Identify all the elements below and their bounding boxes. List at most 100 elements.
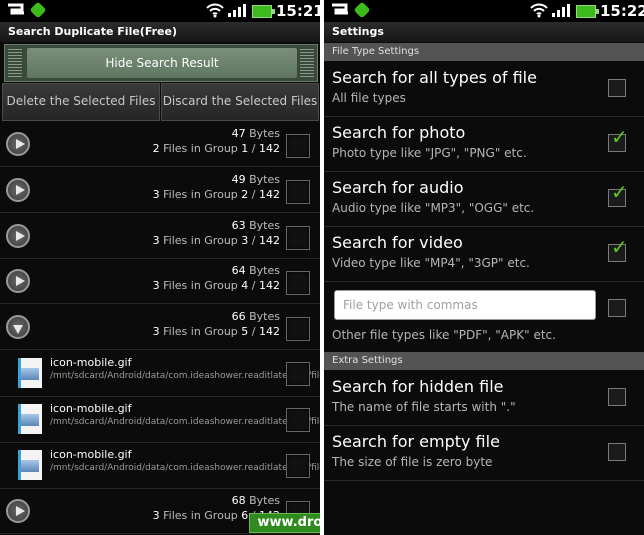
group-checkbox[interactable] (286, 180, 310, 204)
group-row[interactable]: 64 Bytes 3 Files in Group 4 / 142 (0, 259, 320, 304)
group-size: 68 Bytes (231, 494, 280, 507)
app-s-icon (332, 3, 348, 15)
wifi-icon (530, 3, 548, 18)
settings-title: Settings (332, 25, 384, 38)
expand-icon[interactable] (6, 178, 30, 202)
file-row[interactable]: icon-mobile.gif /mnt/sdcard/Android/data… (0, 396, 320, 443)
title-bar: Settings (324, 22, 644, 42)
pref-checkbox[interactable] (608, 443, 626, 461)
group-info: 3 Files in Group 5 / 142 (152, 325, 280, 338)
section-header-file-type: File Type Settings (324, 43, 644, 61)
grip-right-icon (300, 49, 314, 77)
status-bar: 15:22 (324, 0, 644, 22)
pref-checkbox[interactable]: ✓ (608, 237, 628, 262)
file-name: icon-mobile.gif (50, 448, 132, 461)
clock: 15:22 (600, 2, 644, 20)
pref-photo[interactable]: Search for photo Photo type like "JPG", … (324, 117, 644, 172)
battery-icon (576, 5, 599, 18)
section-header-extra: Extra Settings (324, 352, 644, 370)
file-checkbox[interactable] (286, 362, 310, 386)
collapse-icon[interactable] (6, 315, 30, 339)
image-file-icon (18, 358, 42, 388)
pref-title: Search for photo (332, 123, 466, 142)
group-info: 3 Files in Group 2 / 142 (152, 188, 280, 201)
wifi-icon (206, 3, 224, 18)
notification-icon (29, 1, 47, 19)
group-size: 47 Bytes (231, 127, 280, 140)
pref-checkbox[interactable]: ✓ (608, 127, 628, 152)
watermark: www.droidnews.ru (249, 513, 320, 533)
group-info: 2 Files in Group 1 / 142 (152, 142, 280, 155)
pref-summary: Video type like "MP4", "3GP" etc. (332, 256, 530, 270)
file-path: /mnt/sdcard/Android/data/com.ideashower.… (50, 371, 320, 381)
file-checkbox[interactable] (286, 454, 310, 478)
pref-summary: The name of file starts with "." (332, 400, 516, 414)
group-checkbox[interactable] (286, 271, 310, 295)
other-types-checkbox[interactable] (608, 299, 626, 317)
pref-summary: Photo type like "JPG", "PNG" etc. (332, 146, 527, 160)
clock: 15:21 (276, 2, 320, 20)
other-file-types-input[interactable] (334, 290, 596, 320)
delete-selected-button[interactable]: Delete the Selected Files (2, 83, 160, 121)
file-name: icon-mobile.gif (50, 402, 132, 415)
checkmark-icon: ✓ (611, 235, 628, 259)
settings-screen: 15:22 Settings File Type Settings Search… (324, 0, 644, 535)
file-path: /mnt/sdcard/Android/data/com.ideashower.… (50, 463, 320, 473)
pref-all-types[interactable]: Search for all types of file All file ty… (324, 62, 644, 117)
notification-icon (353, 1, 371, 19)
pref-title: Search for audio (332, 178, 464, 197)
group-size: 64 Bytes (231, 264, 280, 277)
expand-icon[interactable] (6, 224, 30, 248)
group-size: 63 Bytes (231, 219, 280, 232)
hide-result-bar: Hide Search Result (4, 44, 318, 82)
status-bar: 15:21 (0, 0, 320, 22)
pref-summary: All file types (332, 91, 406, 105)
signal-icon (552, 4, 570, 17)
group-row[interactable]: 63 Bytes 3 Files in Group 3 / 142 (0, 214, 320, 259)
image-file-icon (18, 404, 42, 434)
expand-icon[interactable] (6, 499, 30, 523)
grip-left-icon (8, 49, 22, 77)
checkmark-icon: ✓ (611, 180, 628, 204)
file-path: /mnt/sdcard/Android/data/com.ideashower.… (50, 417, 320, 427)
pref-hidden-file[interactable]: Search for hidden file The name of file … (324, 371, 644, 426)
pref-checkbox[interactable] (608, 79, 626, 97)
pref-video[interactable]: Search for video Video type like "MP4", … (324, 227, 644, 282)
file-row[interactable]: icon-mobile.gif /mnt/sdcard/Android/data… (0, 442, 320, 489)
group-row[interactable]: 49 Bytes 3 Files in Group 2 / 142 (0, 168, 320, 213)
file-name: icon-mobile.gif (50, 356, 132, 369)
file-checkbox[interactable] (286, 408, 310, 432)
group-size: 49 Bytes (231, 173, 280, 186)
battery-icon (252, 5, 275, 18)
group-info: 3 Files in Group 3 / 142 (152, 234, 280, 247)
pref-summary: Audio type like "MP3", "OGG" etc. (332, 201, 535, 215)
pref-summary: The size of file is zero byte (332, 455, 493, 469)
pref-empty-file[interactable]: Search for empty file The size of file i… (324, 426, 644, 481)
discard-selected-button[interactable]: Discard the Selected Files (161, 83, 319, 121)
file-row[interactable]: icon-mobile.gif /mnt/sdcard/Android/data… (0, 350, 320, 397)
other-types-summary: Other file types like "PDF", "APK" etc. (332, 328, 556, 342)
group-row[interactable]: 66 Bytes 3 Files in Group 5 / 142 (0, 305, 320, 350)
group-info: 3 Files in Group 4 / 142 (152, 279, 280, 292)
checkmark-icon: ✓ (611, 125, 628, 149)
pref-title: Search for all types of file (332, 68, 537, 87)
group-size: 66 Bytes (231, 310, 280, 323)
pref-checkbox[interactable]: ✓ (608, 182, 628, 207)
image-file-icon (18, 450, 42, 480)
pref-checkbox[interactable] (608, 388, 626, 406)
expand-icon[interactable] (6, 132, 30, 156)
hide-search-result-button[interactable]: Hide Search Result (27, 48, 297, 78)
group-checkbox[interactable] (286, 317, 310, 341)
pref-audio[interactable]: Search for audio Audio type like "MP3", … (324, 172, 644, 227)
duplicate-search-screen: 15:21 Search Duplicate File(Free) Hide S… (0, 0, 320, 535)
app-title: Search Duplicate File(Free) (8, 25, 178, 38)
pref-title: Search for video (332, 233, 463, 252)
app-s-icon (8, 3, 24, 15)
group-checkbox[interactable] (286, 226, 310, 250)
pref-title: Search for hidden file (332, 377, 504, 396)
signal-icon (228, 4, 246, 17)
pref-title: Search for empty file (332, 432, 500, 451)
expand-icon[interactable] (6, 269, 30, 293)
group-row[interactable]: 47 Bytes 2 Files in Group 1 / 142 (0, 122, 320, 167)
group-checkbox[interactable] (286, 134, 310, 158)
